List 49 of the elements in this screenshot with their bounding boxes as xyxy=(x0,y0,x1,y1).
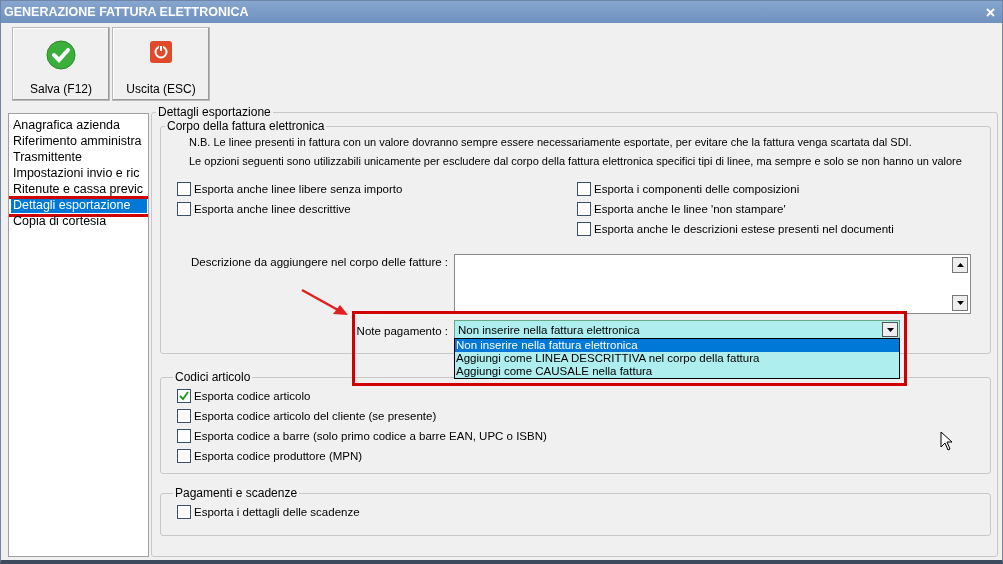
option-label: Esporta codice articolo xyxy=(194,389,311,402)
note-text: Le opzioni seguenti sono utilizzabili unicamente per escludere dal corpo della fattura elettronica specifici tipi di linee, ma sempre e solo se non hanno un valore xyxy=(189,154,963,169)
sidebar-item[interactable]: Anagrafica azienda xyxy=(11,117,147,133)
group-title: Dettagli esportazione xyxy=(157,105,272,119)
save-button[interactable]: Salva (F12) xyxy=(12,27,110,101)
checkbox[interactable] xyxy=(177,408,191,423)
option-label: Esporta i dettagli delle scadenze xyxy=(194,505,360,518)
dropdown-option[interactable]: Aggiungi come CAUSALE nella fattura xyxy=(455,365,899,378)
sidebar-item[interactable]: Ritenute e cassa previc xyxy=(11,181,147,197)
checkbox[interactable] xyxy=(177,181,191,196)
checkbox[interactable] xyxy=(177,201,191,216)
field-label: Descrizione da aggiungere nel corpo delle fatture : xyxy=(190,255,448,268)
dropdown-caret-icon[interactable] xyxy=(882,322,898,337)
option-label: Esporta i componenti delle composizioni xyxy=(594,182,800,195)
option-label: Esporta codice produttore (MPN) xyxy=(194,449,363,462)
option-label: Esporta anche linee libere senza importo xyxy=(194,182,403,195)
checkmark-icon xyxy=(46,40,76,70)
description-field[interactable] xyxy=(454,254,971,314)
mouse-cursor-icon xyxy=(940,431,953,451)
sidebar-item[interactable]: Copia di cortesia xyxy=(11,213,147,229)
close-icon xyxy=(985,7,995,17)
power-icon xyxy=(149,40,173,64)
checkbox[interactable] xyxy=(177,388,191,403)
sidebar-item[interactable]: Trasmittente xyxy=(11,149,147,165)
checkbox[interactable] xyxy=(577,201,591,216)
sidebar-item[interactable]: Impostazioni invio e ric xyxy=(11,165,147,181)
option-label: Esporta anche le descrizioni estese presenti nel documenti xyxy=(594,222,894,235)
window-title: GENERAZIONE FATTURA ELETTRONICA xyxy=(4,5,249,19)
dropdown-option[interactable]: Aggiungi come LINEA DESCRITTIVA nel corpo della fattura xyxy=(455,352,899,365)
dropdown-option[interactable]: Non inserire nella fattura elettronica xyxy=(455,339,899,352)
option-label: Esporta codice articolo del cliente (se presente) xyxy=(194,409,437,422)
sidebar-item[interactable]: Riferimento amministra xyxy=(11,133,147,149)
note-text: N.B. Le linee presenti in fattura con un valore dovranno sempre essere necessariamente esportate, per evitare che la fattura venga scartata dal SDI. xyxy=(189,135,913,150)
option-label: Esporta anche le linee 'non stampare' xyxy=(594,202,786,215)
group-title: Codici articolo xyxy=(174,370,252,384)
option-label: Esporta anche linee descrittive xyxy=(194,202,351,215)
checkbox[interactable] xyxy=(177,448,191,463)
checkbox[interactable] xyxy=(177,428,191,443)
exit-button[interactable]: Uscita (ESC) xyxy=(112,27,210,101)
option-label: Esporta codice a barre (solo primo codice a barre EAN, UPC o ISBN) xyxy=(194,429,547,442)
field-label: Note pagamento : xyxy=(355,323,448,337)
group-title: Pagamenti e scadenze xyxy=(174,486,299,500)
checkbox[interactable] xyxy=(177,504,191,519)
arrow-icon xyxy=(300,288,350,318)
group-title: Corpo della fattura elettronica xyxy=(166,119,326,133)
checkbox[interactable] xyxy=(577,181,591,196)
scroll-up-icon[interactable] xyxy=(952,257,968,273)
scroll-down-icon[interactable] xyxy=(952,295,968,311)
checkbox[interactable] xyxy=(577,221,591,236)
